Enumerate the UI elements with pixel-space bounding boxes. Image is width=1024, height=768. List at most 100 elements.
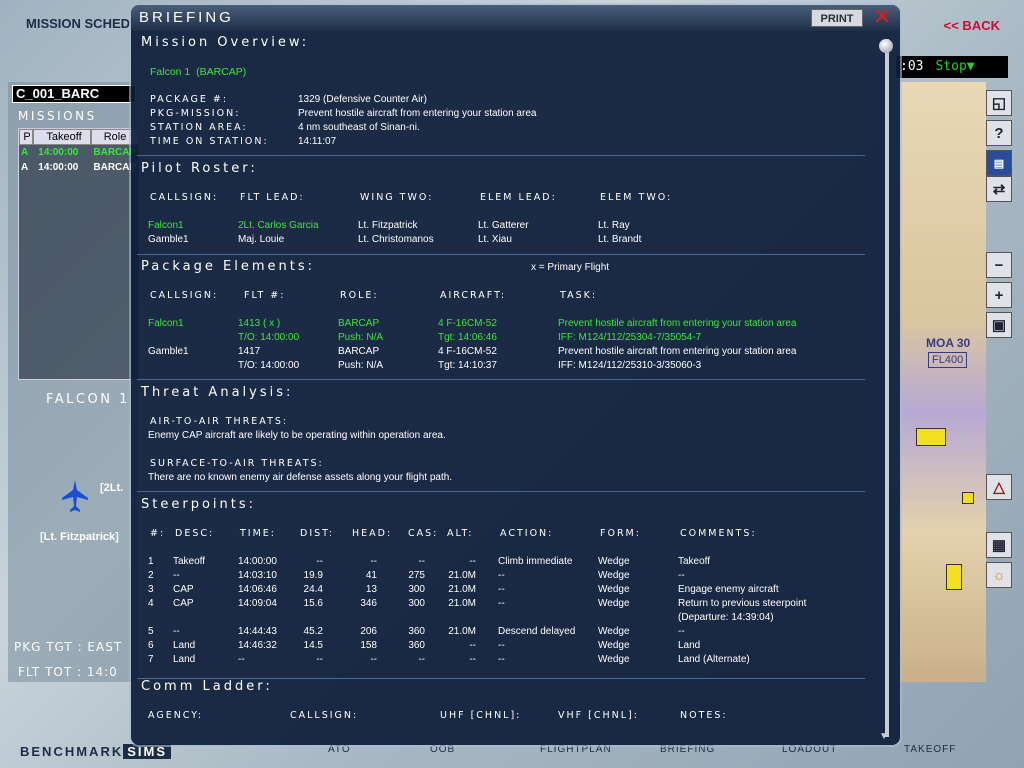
- brand-sims: SIMS: [123, 744, 172, 759]
- mission-row[interactable]: A 14:00:00 BARCAP: [19, 160, 139, 175]
- steer-cell-cas: 300: [408, 584, 425, 595]
- pkg-gamble-iff: IFF: M124/112/25310-3/35060-3: [558, 360, 702, 371]
- zoom-region-icon[interactable]: ◱: [986, 90, 1012, 116]
- steer-cell-comments: Land: [678, 640, 701, 651]
- map-marker[interactable]: [962, 492, 974, 504]
- steer-cell-action: --: [498, 584, 505, 595]
- steer-cell-dist: 45.2: [303, 626, 323, 637]
- air-threats-label: Air-to-Air Threats:: [150, 416, 289, 427]
- steer-cell-form: Wedge: [598, 556, 630, 567]
- weather-icon[interactable]: ☼: [986, 562, 1012, 588]
- mission-priority: A: [21, 147, 29, 158]
- steer-cell-alt: 21.0M: [448, 570, 476, 581]
- map-view[interactable]: [900, 82, 986, 682]
- air-threats-text: Enemy CAP aircraft are likely to be oper…: [148, 430, 446, 441]
- back-button[interactable]: << BACK: [944, 18, 1000, 33]
- steer-cell-head: 13: [365, 584, 377, 595]
- pkg-falcon-tgt: Tgt: 14:06:46: [438, 332, 497, 343]
- steer-cell-form: Wedge: [598, 584, 630, 595]
- steer-cell-head: --: [370, 556, 377, 567]
- jet-icon[interactable]: [62, 480, 88, 512]
- steer-cell-num: 2: [148, 570, 154, 581]
- steer-cell-form: Wedge: [598, 654, 630, 665]
- print-button[interactable]: PRINT: [811, 9, 863, 27]
- steer-cell-time: 14:46:32: [238, 640, 277, 651]
- time-on-station-value: 14:11:07: [298, 136, 337, 147]
- brand-logo: BENCHMARK SIMS: [20, 744, 172, 759]
- fit-view-icon[interactable]: ▣: [986, 312, 1012, 338]
- steer-cell-desc: --: [173, 626, 180, 637]
- scroll-thumb[interactable]: [879, 39, 893, 53]
- threat-rings-icon[interactable]: △: [986, 474, 1012, 500]
- steer-col-num: #:: [150, 528, 166, 539]
- flight-label: FALCON 1: [46, 392, 130, 407]
- map-marker[interactable]: [916, 428, 946, 446]
- pkg-falcon-callsign: Falcon1: [148, 318, 184, 329]
- nav-flightplan[interactable]: FLIGHTPLAN: [540, 744, 612, 755]
- steer-cell-action: --: [498, 570, 505, 581]
- zoom-out-icon[interactable]: −: [986, 252, 1012, 278]
- swap-icon[interactable]: ⇄: [986, 176, 1012, 202]
- steer-cell-action: --: [498, 654, 505, 665]
- pilot-label-2lt: [2Lt.: [100, 482, 124, 494]
- pkg-col-task: Task:: [560, 290, 598, 301]
- nav-briefing[interactable]: BRIEFING: [660, 744, 715, 755]
- map-marker[interactable]: [946, 564, 962, 590]
- mission-takeoff: 14:00:00: [38, 162, 79, 173]
- steer-cell-time: 14:00:00: [238, 556, 277, 567]
- steer-cell-desc: Takeoff: [173, 556, 206, 567]
- sam-threats-text: There are no known enemy air defense ass…: [148, 472, 453, 483]
- steer-cell-comments: Takeoff: [678, 556, 711, 567]
- pkg-col-aircraft: Aircraft:: [440, 290, 507, 301]
- steer-cell-head: 41: [365, 570, 377, 581]
- mission-row[interactable]: A 14:00:00 BARCAP: [19, 145, 139, 160]
- pkg-gamble-tgt: Tgt: 14:10:37: [438, 360, 497, 371]
- steer-cell-time: --: [238, 654, 245, 665]
- close-icon[interactable]: ✕: [873, 6, 891, 28]
- missions-table[interactable]: P Takeoff Role A 14:00:00 BARCAP A 14:00…: [18, 128, 140, 380]
- roster-col-flt-lead: Flt Lead:: [240, 192, 305, 203]
- comm-col-vhf: VHF [Chnl]:: [558, 710, 639, 721]
- roster-cell: Maj. Louie: [238, 234, 285, 245]
- section-steerpoints: Steerpoints:: [141, 497, 256, 512]
- steer-cell-alt: --: [469, 654, 476, 665]
- stop-dropdown[interactable]: Stop▼: [935, 59, 974, 74]
- roster-cell: Gamble1: [148, 234, 189, 245]
- layers-icon[interactable]: ▦: [986, 532, 1012, 558]
- pkg-gamble-task: Prevent hostile aircraft from entering y…: [558, 346, 797, 357]
- comm-col-agency: Agency:: [148, 710, 204, 721]
- sam-threats-label: Surface-to-Air Threats:: [150, 458, 324, 469]
- steer-cell-time: 14:03:10: [238, 570, 277, 581]
- roster-col-elem-lead: Elem Lead:: [480, 192, 557, 203]
- steer-cell-action: Descend delayed: [498, 626, 576, 637]
- roster-col-callsign: Callsign:: [150, 192, 219, 203]
- nav-oob[interactable]: OOB: [430, 744, 455, 755]
- scrollbar[interactable]: [885, 39, 889, 737]
- help-icon[interactable]: ?: [986, 120, 1012, 146]
- pkg-falcon-to: T/O: 14:00:00: [238, 332, 300, 343]
- flag-icon[interactable]: ▤: [986, 150, 1012, 176]
- pkg-falcon-push: Push: N/A: [338, 332, 384, 343]
- zoom-in-icon[interactable]: +: [986, 282, 1012, 308]
- divider: [137, 491, 865, 492]
- scroll-down-icon[interactable]: ▼: [879, 731, 889, 742]
- section-package-elements: Package Elements:: [141, 259, 315, 274]
- nav-loadout[interactable]: LOADOUT: [782, 744, 837, 755]
- steer-cell-head: 346: [360, 598, 377, 609]
- comm-col-uhf: UHF [Chnl]:: [440, 710, 522, 721]
- nav-takeoff[interactable]: TAKEOFF: [904, 744, 956, 755]
- pkg-gamble-flt: 1417: [238, 346, 261, 357]
- nav-ato[interactable]: ATO: [328, 744, 351, 755]
- steer-cell-num: 5: [148, 626, 154, 637]
- pkg-gamble-callsign: Gamble1: [148, 346, 189, 357]
- steer-cell-comments: Engage enemy aircraft: [678, 584, 779, 595]
- pilot-label-fitzpatrick: [Lt. Fitzpatrick]: [40, 531, 119, 543]
- steer-cell-dist: 15.6: [303, 598, 323, 609]
- pkg-col-role: Role:: [340, 290, 379, 301]
- roster-col-elem-two: Elem Two:: [600, 192, 673, 203]
- missions-col-takeoff[interactable]: Takeoff: [33, 129, 91, 145]
- pkg-falcon-flt: 1413 ( x ): [238, 318, 281, 329]
- briefing-titlebar[interactable]: BRIEFING PRINT ✕: [131, 5, 900, 31]
- missions-col-p[interactable]: P: [19, 129, 33, 145]
- steer-cell-cas: 275: [408, 570, 425, 581]
